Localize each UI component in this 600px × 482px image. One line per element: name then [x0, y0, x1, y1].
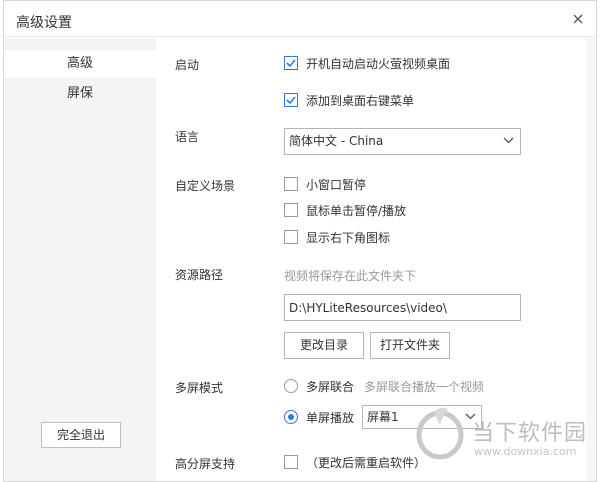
- sidebar: 高级 屏保 完全退出: [4, 38, 156, 481]
- language-value: 简体中文 - China: [289, 134, 384, 148]
- multi-screen-label: 多屏模式: [175, 381, 224, 395]
- autostart-checkbox[interactable]: [284, 56, 298, 70]
- language-label: 语言: [175, 130, 200, 144]
- watermark-url: www.downxia.com: [474, 445, 577, 458]
- title-bar: 高级设置: [4, 1, 596, 37]
- window-title: 高级设置: [16, 15, 72, 31]
- autostart-label: 开机自动启动火萤视频桌面: [306, 56, 451, 71]
- hidpi-checkbox[interactable]: [284, 455, 298, 469]
- click-pause-label: 鼠标单击暂停/播放: [306, 203, 407, 218]
- multi-screen-joint-hint: 多屏联合播放一个视频: [364, 379, 485, 394]
- screen-select-value: 屏幕1: [367, 410, 399, 424]
- startup-label: 启动: [175, 58, 200, 72]
- single-screen-label: 单屏播放: [306, 410, 355, 425]
- click-pause-option[interactable]: 鼠标单击暂停/播放: [284, 201, 406, 219]
- context-menu-option[interactable]: 添加到桌面右键菜单: [284, 91, 414, 109]
- language-select[interactable]: 简体中文 - China: [284, 128, 521, 155]
- multi-screen-joint-radio[interactable]: [284, 379, 298, 393]
- radio-dot: [288, 414, 294, 420]
- context-menu-checkbox[interactable]: [284, 93, 298, 107]
- watermark-text: 当下软件园: [472, 421, 588, 446]
- screen-select[interactable]: 屏幕1: [362, 405, 482, 429]
- sidebar-item-screensaver[interactable]: 屏保: [4, 80, 156, 108]
- chevron-down-icon: [465, 413, 476, 420]
- tray-icon-checkbox[interactable]: [284, 230, 298, 244]
- hidpi-option[interactable]: （更改后需重启软件）: [284, 453, 426, 471]
- hidpi-label: 高分屏支持: [175, 457, 236, 471]
- single-screen-option[interactable]: 单屏播放: [284, 408, 354, 426]
- close-button[interactable]: [568, 9, 588, 29]
- scrollbar[interactable]: [586, 38, 596, 481]
- sidebar-item-advanced[interactable]: 高级: [4, 50, 156, 78]
- open-folder-button[interactable]: 打开文件夹: [370, 332, 450, 359]
- tray-icon-label: 显示右下角图标: [306, 230, 391, 245]
- click-pause-checkbox[interactable]: [284, 203, 298, 217]
- check-icon: [286, 96, 296, 105]
- hidpi-hint: （更改后需重启软件）: [306, 455, 427, 470]
- small-window-pause-option[interactable]: 小窗口暂停: [284, 175, 366, 193]
- change-directory-button[interactable]: 更改目录: [284, 332, 364, 359]
- multi-screen-joint-option[interactable]: 多屏联合 多屏联合播放一个视频: [284, 377, 484, 395]
- single-screen-radio[interactable]: [284, 410, 298, 424]
- resource-path-hint: 视频将保存在此文件夹下: [284, 269, 417, 283]
- chevron-down-icon: [503, 137, 514, 144]
- context-menu-label: 添加到桌面右键菜单: [306, 93, 415, 108]
- close-icon: [573, 14, 583, 24]
- small-window-pause-checkbox[interactable]: [284, 177, 298, 191]
- autostart-option[interactable]: 开机自动启动火萤视频桌面: [284, 54, 450, 72]
- small-window-pause-label: 小窗口暂停: [306, 177, 367, 192]
- resource-path-input[interactable]: [284, 294, 521, 321]
- tray-icon-option[interactable]: 显示右下角图标: [284, 228, 390, 246]
- multi-screen-joint-label: 多屏联合: [306, 379, 355, 394]
- settings-window: 高级设置 高级 屏保 完全退出 启动 开机自动启动火萤视频桌面 添加到桌面右键菜…: [3, 0, 597, 482]
- resource-path-label: 资源路径: [175, 268, 224, 282]
- check-icon: [286, 59, 296, 68]
- exit-button[interactable]: 完全退出: [41, 422, 121, 448]
- custom-scene-label: 自定义场景: [175, 179, 236, 193]
